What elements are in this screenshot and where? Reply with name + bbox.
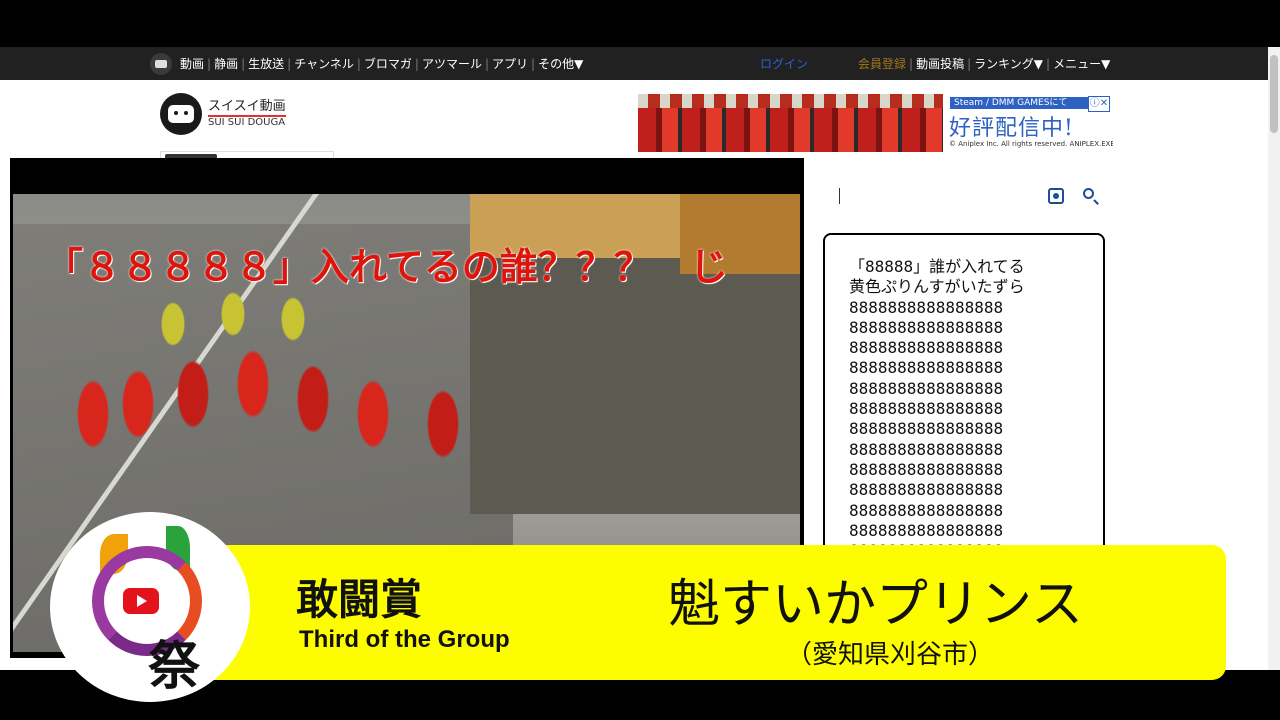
site-home-icon[interactable]	[150, 52, 172, 75]
page-scrollbar[interactable]	[1268, 47, 1280, 670]
login-link[interactable]: ログイン	[760, 55, 808, 72]
comment-text: 「88888」誰が入れてる 黄色ぷりんすがいたずら 88888888888888…	[849, 257, 1025, 565]
text-caret	[839, 188, 840, 204]
nav-item-live[interactable]: 生放送	[248, 55, 284, 72]
nav-item-upload[interactable]: 動画投稿	[916, 55, 964, 72]
nav-item-other[interactable]: その他▼	[538, 55, 583, 72]
ad-footer: © Aniplex Inc. All rights reserved. ANIP…	[949, 140, 1113, 148]
top-navigation-bar: 動画 | 静画 | 生放送 | チャンネル | ブロマガ | アツマール | アプリ | その…	[0, 47, 1268, 80]
nav-right: ログイン 会員登録 | 動画投稿 | ランキング▼ | メニュー▼	[760, 55, 1111, 72]
nav-item-app[interactable]: アプリ	[492, 55, 528, 72]
logo-mascot-icon	[160, 93, 202, 135]
ad-tag: Steam / DMM GAMESにて	[950, 97, 1089, 109]
nav-item-seiga[interactable]: 静画	[214, 55, 238, 72]
nav-item-ranking[interactable]: ランキング▼	[974, 55, 1043, 72]
logo-text-ja: スイスイ動画	[208, 100, 286, 117]
team-city: （愛知県刈谷市）	[786, 640, 995, 670]
ad-headline: 好評配信中!	[949, 116, 1074, 141]
team-name: 魁すいかプリンス	[668, 575, 1083, 635]
ad-image	[638, 94, 943, 152]
nav-item-atsumaru[interactable]: アツマール	[422, 55, 482, 72]
play-icon	[123, 588, 159, 614]
logo-char: 祭	[148, 636, 201, 697]
site-logo[interactable]: スイスイ動画 SUI SUI DOUGA	[160, 93, 286, 135]
register-link[interactable]: 会員登録	[858, 55, 906, 72]
logo-text-en: SUI SUI DOUGA	[208, 116, 286, 128]
video-comment: 「８８８８８」入れてるの誰？？？ じ	[45, 245, 728, 289]
nav-left: 動画 | 静画 | 生放送 | チャンネル | ブロマガ | アツマール | アプリ | その…	[150, 47, 583, 80]
video-scene-dancers	[43, 254, 523, 504]
ad-banner[interactable]: Steam / DMM GAMESにて ⓘ✕ 好評配信中! © Aniplex …	[638, 94, 1113, 152]
award-title-ja: 敢闘賞	[296, 575, 423, 624]
search-icon[interactable]	[1083, 188, 1094, 199]
festival-logo: 祭	[50, 512, 250, 702]
comment-search-bar[interactable]	[822, 176, 1107, 216]
nav-item-channel[interactable]: チャンネル	[294, 55, 354, 72]
nav-item-menu[interactable]: メニュー▼	[1053, 55, 1110, 72]
scrollbar-thumb[interactable]	[1270, 55, 1278, 133]
comment-panel: 「88888」誰が入れてる 黄色ぷりんすがいたずら 88888888888888…	[823, 233, 1105, 567]
lens-icon[interactable]	[1048, 188, 1064, 204]
nav-item-blomaga[interactable]: ブロマガ	[364, 55, 412, 72]
ad-close-icon[interactable]: ⓘ✕	[1088, 96, 1110, 112]
nav-item-douga[interactable]: 動画	[180, 55, 204, 72]
award-title-en: Third of the Group	[299, 626, 510, 653]
